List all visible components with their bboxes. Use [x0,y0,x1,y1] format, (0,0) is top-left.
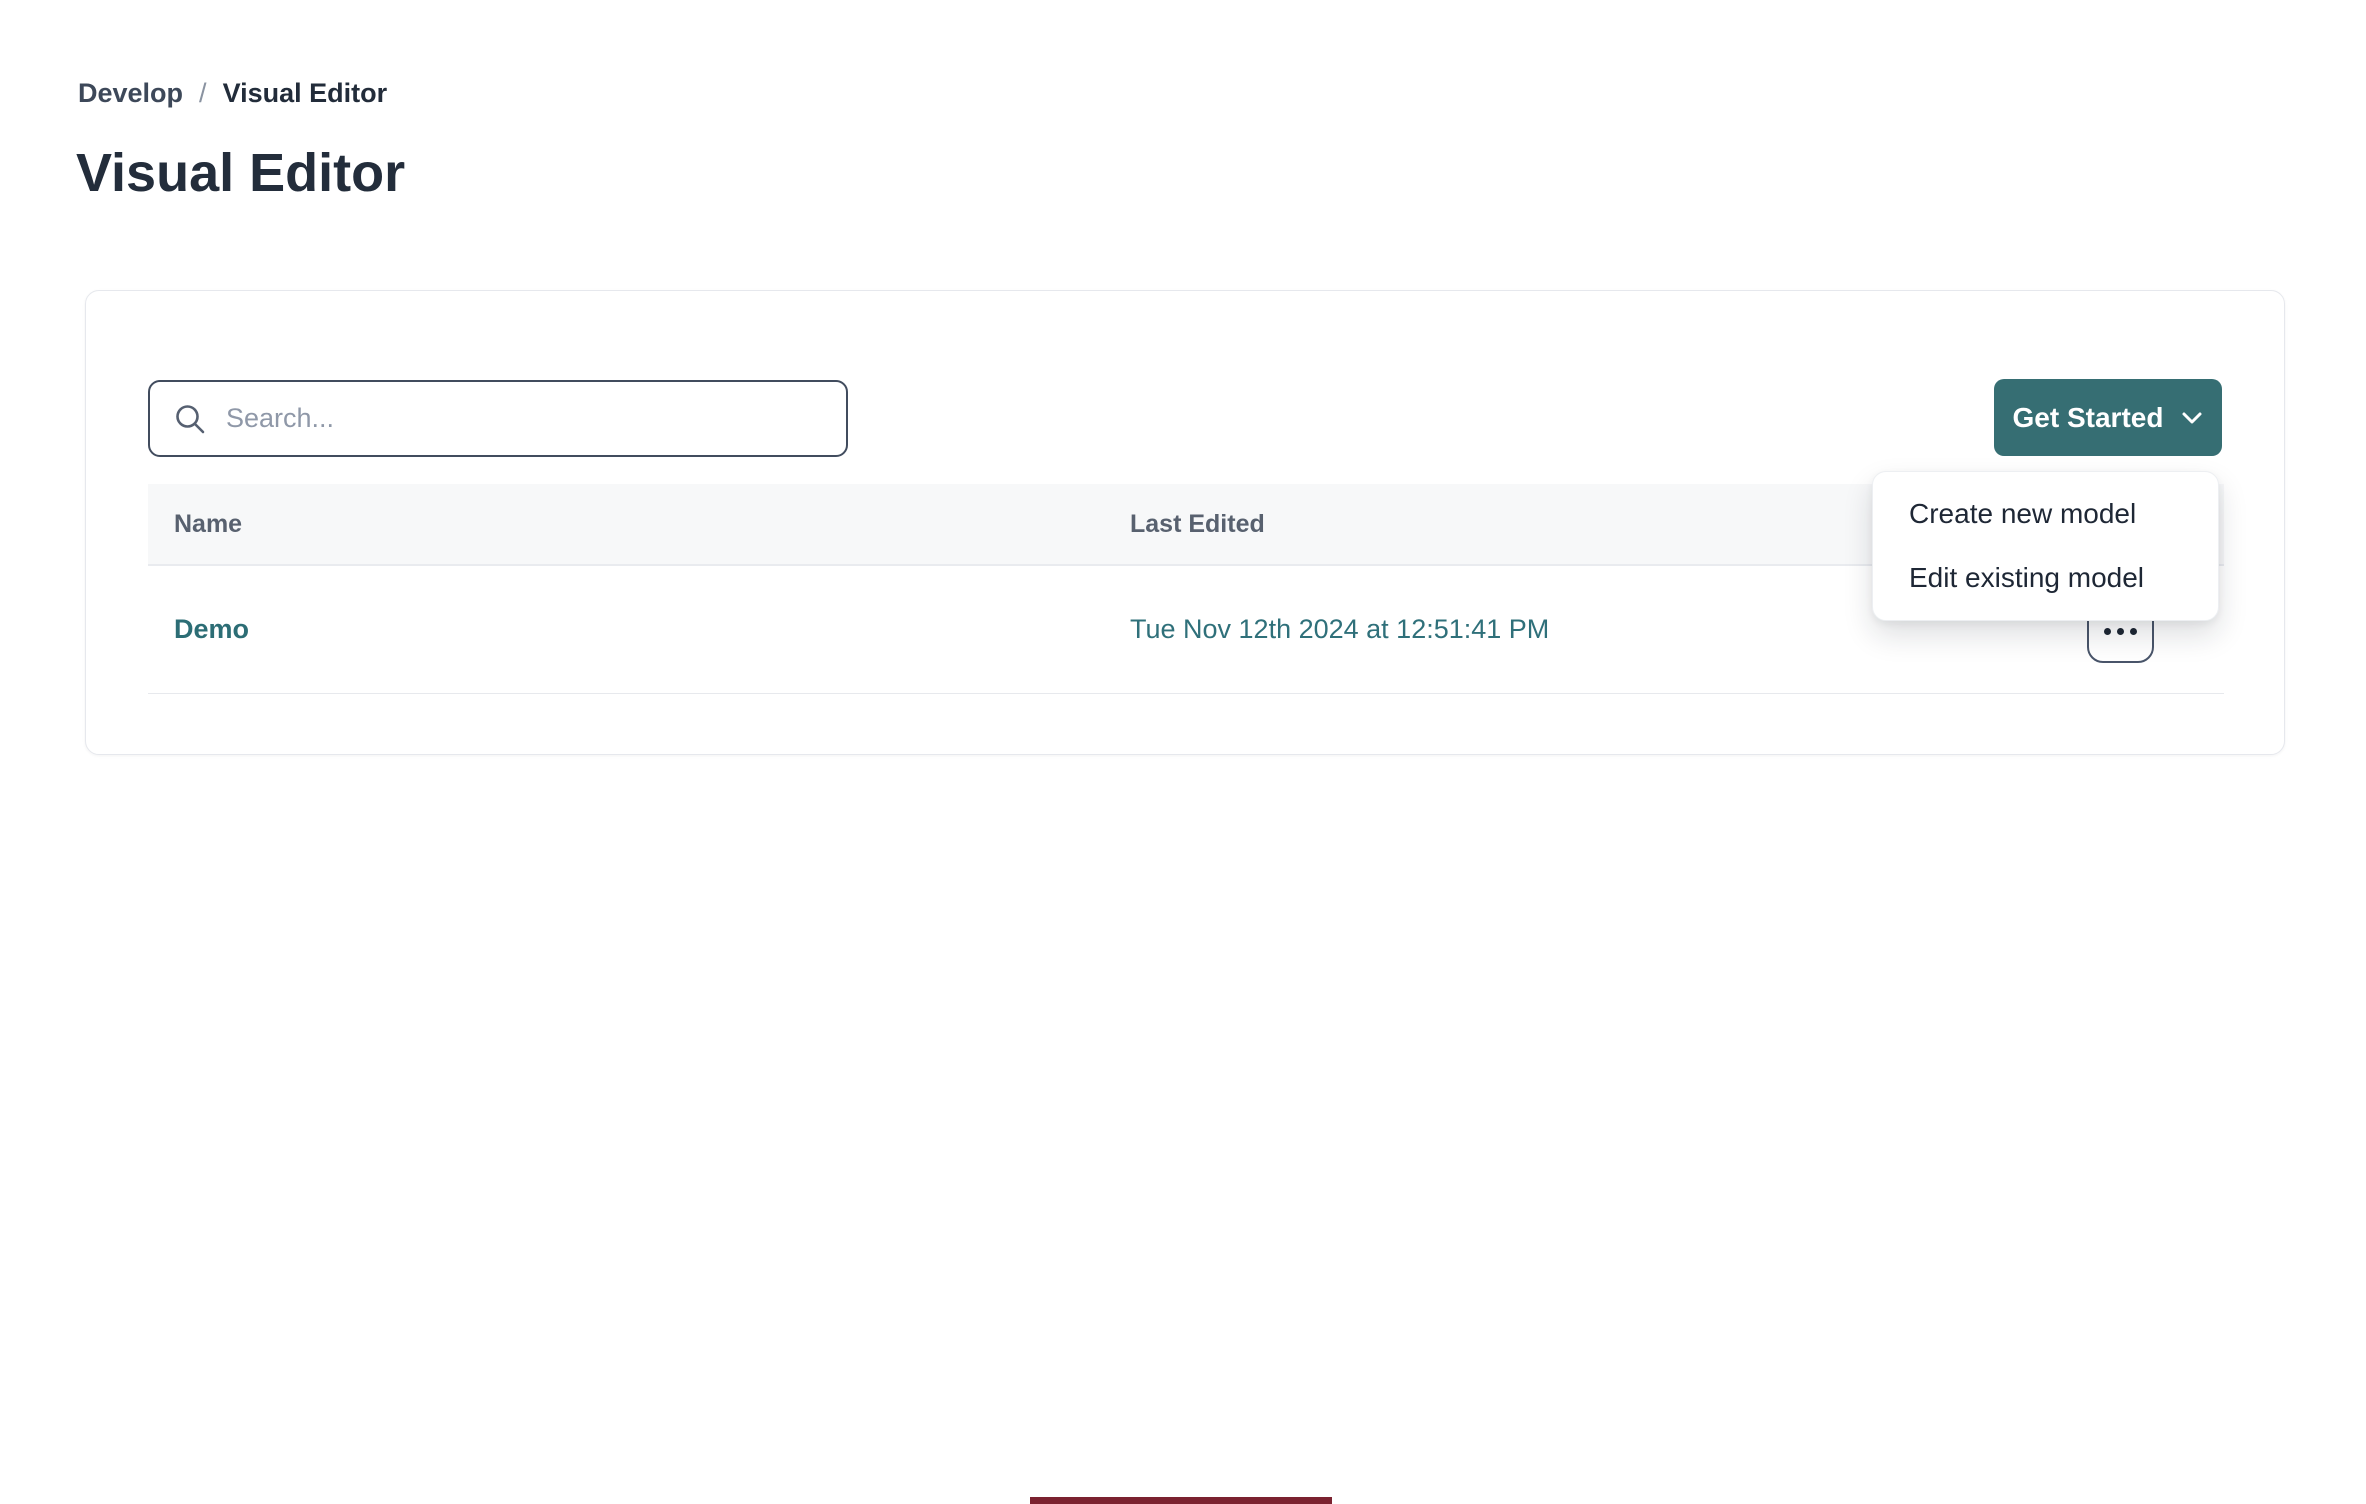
get-started-button[interactable]: Get Started [1994,379,2222,456]
model-name-cell: Demo [174,566,249,693]
menu-item-create-new-model[interactable]: Create new model [1873,482,2218,546]
breadcrumb: Develop / Visual Editor [78,78,387,109]
visual-editor-page: Develop / Visual Editor Visual Editor Ge… [0,0,2366,1504]
model-name-link[interactable]: Demo [174,614,249,645]
menu-item-edit-existing-model[interactable]: Edit existing model [1873,546,2218,610]
breadcrumb-visual-editor: Visual Editor [223,78,388,109]
column-header-last-edited: Last Edited [1130,484,1265,564]
last-edited-cell: Tue Nov 12th 2024 at 12:51:41 PM [1130,566,1549,693]
ellipsis-icon [2104,628,2111,635]
search-input[interactable] [148,380,848,457]
column-header-name: Name [174,484,242,564]
bottom-clipped-element [1030,1497,1332,1504]
search-box [148,380,848,457]
page-title: Visual Editor [76,142,405,204]
chevron-down-icon [2181,411,2203,425]
breadcrumb-develop[interactable]: Develop [78,78,183,109]
get-started-label: Get Started [2013,402,2164,434]
breadcrumb-separator: / [199,78,207,109]
get-started-dropdown-menu: Create new model Edit existing model [1872,471,2219,621]
